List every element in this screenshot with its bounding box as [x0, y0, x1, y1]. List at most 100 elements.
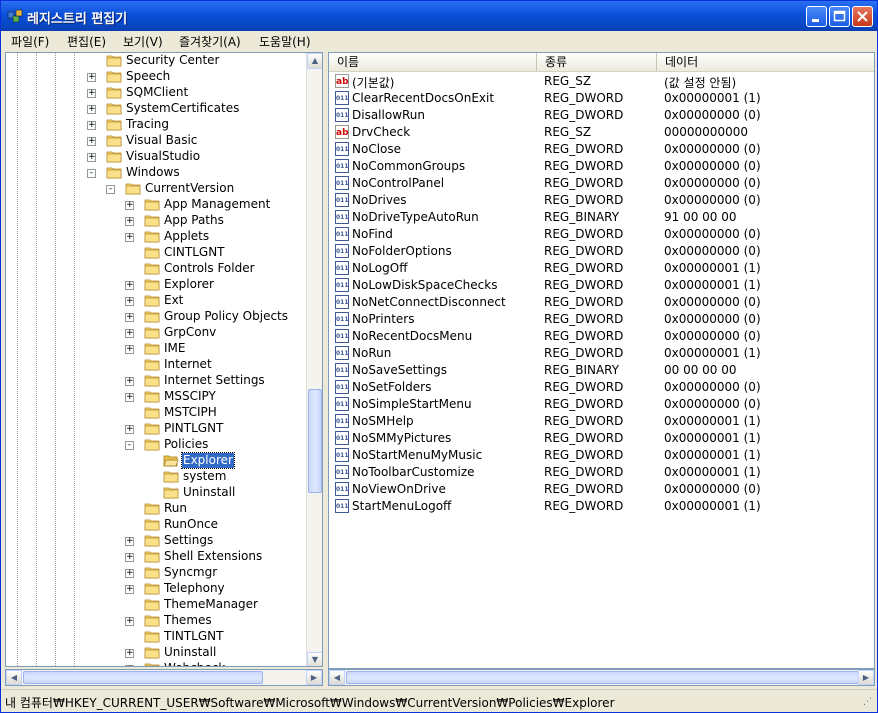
- tree-item[interactable]: + Ext: [125, 293, 306, 309]
- list-scroll-left-button[interactable]: ◀: [329, 670, 345, 685]
- expand-icon[interactable]: +: [125, 393, 134, 402]
- expand-icon[interactable]: +: [125, 569, 134, 578]
- list-item[interactable]: 011 NoPrinters REG_DWORD 0x00000000 (0): [329, 311, 869, 328]
- list-item[interactable]: 011 NoViewOnDrive REG_DWORD 0x00000000 (0): [329, 481, 869, 498]
- tree-item[interactable]: + MSSCIPY: [125, 389, 306, 405]
- expand-icon[interactable]: +: [87, 121, 96, 130]
- menu-file[interactable]: 파일(F): [11, 33, 49, 50]
- tree-item[interactable]: Explorer: [144, 452, 306, 469]
- tree-item[interactable]: + Settings: [125, 533, 306, 549]
- tree-item[interactable]: TINTLGNT: [125, 629, 306, 645]
- list-item[interactable]: 011 NoRun REG_DWORD 0x00000001 (1): [329, 345, 869, 362]
- expand-icon[interactable]: +: [125, 297, 134, 306]
- list-item[interactable]: 011 NoRecentDocsMenu REG_DWORD 0x00000000 (…: [329, 328, 869, 345]
- list-item[interactable]: 011 NoSMHelp REG_DWORD 0x00000001 (1): [329, 413, 869, 430]
- list-item[interactable]: 011 NoToolbarCustomize REG_DWORD 0x00000001…: [329, 464, 869, 481]
- list-item[interactable]: 011 NoSimpleStartMenu REG_DWORD 0x00000000 …: [329, 396, 869, 413]
- tree-item[interactable]: + Tracing: [87, 117, 306, 133]
- menu-edit[interactable]: 편집(E): [67, 33, 106, 50]
- list-item[interactable]: 011 NoFolderOptions REG_DWORD 0x00000000 (0…: [329, 243, 869, 260]
- scroll-right-button[interactable]: ▶: [306, 670, 322, 685]
- list-item[interactable]: 011 NoSetFolders REG_DWORD 0x00000000 (0): [329, 379, 869, 396]
- expand-icon[interactable]: +: [125, 537, 134, 546]
- close-button[interactable]: [852, 6, 873, 27]
- expand-icon[interactable]: +: [125, 649, 134, 658]
- tree-item[interactable]: + App Paths: [125, 213, 306, 229]
- tree-item[interactable]: system: [144, 469, 306, 485]
- expand-icon[interactable]: +: [87, 105, 96, 114]
- expand-icon[interactable]: +: [87, 137, 96, 146]
- tree-horizontal-scrollbar[interactable]: ◀ ▶: [5, 669, 323, 686]
- expand-icon[interactable]: +: [87, 73, 96, 82]
- tree-item[interactable]: CINTLGNT: [125, 245, 306, 261]
- list-hscroll-thumb[interactable]: [346, 671, 859, 684]
- tree-item[interactable]: + PINTLGNT: [125, 421, 306, 437]
- tree-item[interactable]: + Speech: [87, 69, 306, 85]
- list-item[interactable]: 011 NoClose REG_DWORD 0x00000000 (0): [329, 141, 869, 158]
- collapse-icon[interactable]: -: [87, 169, 96, 178]
- tree-item[interactable]: + Group Policy Objects: [125, 309, 306, 325]
- expand-icon[interactable]: +: [125, 665, 134, 666]
- values-list-pane[interactable]: 이름 종류 데이터 ab (기본값) REG_SZ (값 설정 안됨) 011 Clear…: [328, 52, 875, 669]
- tree-item[interactable]: + GrpConv: [125, 325, 306, 341]
- tree-item[interactable]: + Shell Extensions: [125, 549, 306, 565]
- tree-vertical-scrollbar[interactable]: ▲ ▼: [306, 53, 322, 666]
- expand-icon[interactable]: +: [125, 217, 134, 226]
- expand-icon[interactable]: +: [125, 329, 134, 338]
- tree-item[interactable]: - Windows: [87, 165, 306, 181]
- collapse-icon[interactable]: -: [106, 185, 115, 194]
- list-item[interactable]: 011 NoControlPanel REG_DWORD 0x00000000 (0): [329, 175, 869, 192]
- tree-item[interactable]: Run: [125, 501, 306, 517]
- tree-item[interactable]: + Webcheck: [125, 661, 306, 666]
- tree-item[interactable]: + App Management: [125, 197, 306, 213]
- list-item[interactable]: ab (기본값) REG_SZ (값 설정 안됨): [329, 73, 869, 90]
- tree-item[interactable]: + Syncmgr: [125, 565, 306, 581]
- maximize-button[interactable]: [829, 6, 850, 27]
- column-header-data[interactable]: 데이터: [657, 53, 874, 71]
- tree-hscroll-thumb[interactable]: [23, 671, 263, 684]
- tree-item[interactable]: + SQMClient: [87, 85, 306, 101]
- menu-favorites[interactable]: 즐겨찾기(A): [179, 33, 241, 50]
- tree-item[interactable]: RunOnce: [125, 517, 306, 533]
- tree-item[interactable]: + Internet Settings: [125, 373, 306, 389]
- scroll-down-button[interactable]: ▼: [307, 652, 322, 666]
- collapse-icon[interactable]: -: [125, 441, 134, 450]
- column-header-type[interactable]: 종류: [537, 53, 657, 71]
- tree-item[interactable]: + IME: [125, 341, 306, 357]
- tree-item[interactable]: + VisualStudio: [87, 149, 306, 165]
- expand-icon[interactable]: +: [125, 281, 134, 290]
- tree-item[interactable]: Controls Folder: [125, 261, 306, 277]
- list-item[interactable]: ab DrvCheck REG_SZ 00000000000: [329, 124, 869, 141]
- column-header-name[interactable]: 이름: [329, 53, 537, 71]
- tree-item[interactable]: + Explorer: [125, 277, 306, 293]
- expand-icon[interactable]: +: [87, 153, 96, 162]
- list-item[interactable]: 011 NoLogOff REG_DWORD 0x00000001 (1): [329, 260, 869, 277]
- list-item[interactable]: 011 NoDriveTypeAutoRun REG_BINARY 91 00 00 …: [329, 209, 869, 226]
- list-item[interactable]: 011 StartMenuLogoff REG_DWORD 0x00000001 (1…: [329, 498, 869, 515]
- list-item[interactable]: 011 NoLowDiskSpaceChecks REG_DWORD 0x000000…: [329, 277, 869, 294]
- list-scroll-right-button[interactable]: ▶: [858, 670, 874, 685]
- tree-item[interactable]: + Applets: [125, 229, 306, 245]
- tree-item[interactable]: + Themes: [125, 613, 306, 629]
- list-item[interactable]: 011 NoCommonGroups REG_DWORD 0x00000000 (0): [329, 158, 869, 175]
- expand-icon[interactable]: +: [125, 313, 134, 322]
- tree-item[interactable]: Internet: [125, 357, 306, 373]
- list-item[interactable]: 011 NoSMMyPictures REG_DWORD 0x00000001 (1): [329, 430, 869, 447]
- tree-item[interactable]: + Telephony: [125, 581, 306, 597]
- menu-view[interactable]: 보기(V): [123, 33, 163, 50]
- tree-item[interactable]: + Uninstall: [125, 645, 306, 661]
- title-bar[interactable]: 레지스트리 편집기: [1, 1, 877, 31]
- tree-item[interactable]: + SystemCertificates: [87, 101, 306, 117]
- tree-item[interactable]: MSTCIPH: [125, 405, 306, 421]
- list-item[interactable]: 011 NoFind REG_DWORD 0x00000000 (0): [329, 226, 869, 243]
- tree-item[interactable]: - Policies: [125, 437, 306, 453]
- list-horizontal-scrollbar[interactable]: ◀ ▶: [328, 669, 875, 686]
- list-item[interactable]: 011 NoNetConnectDisconnect REG_DWORD 0x0000…: [329, 294, 869, 311]
- tree-item[interactable]: - CurrentVersion: [106, 181, 306, 197]
- expand-icon[interactable]: +: [87, 89, 96, 98]
- expand-icon[interactable]: +: [125, 425, 134, 434]
- list-item[interactable]: 011 NoStartMenuMyMusic REG_DWORD 0x00000001…: [329, 447, 869, 464]
- scroll-left-button[interactable]: ◀: [6, 670, 22, 685]
- expand-icon[interactable]: +: [125, 201, 134, 210]
- list-item[interactable]: 011 ClearRecentDocsOnExit REG_DWORD 0x00000…: [329, 90, 869, 107]
